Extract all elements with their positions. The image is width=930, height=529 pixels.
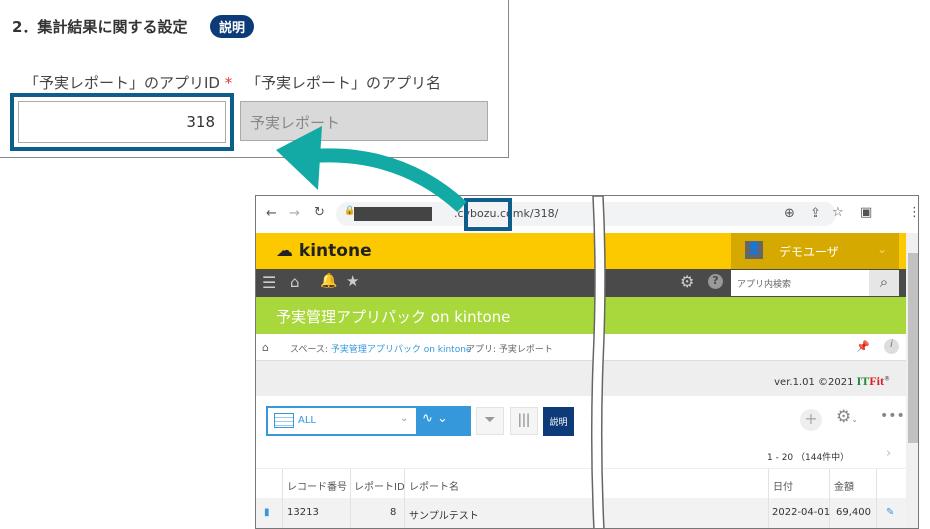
arrow-icon <box>276 126 467 213</box>
